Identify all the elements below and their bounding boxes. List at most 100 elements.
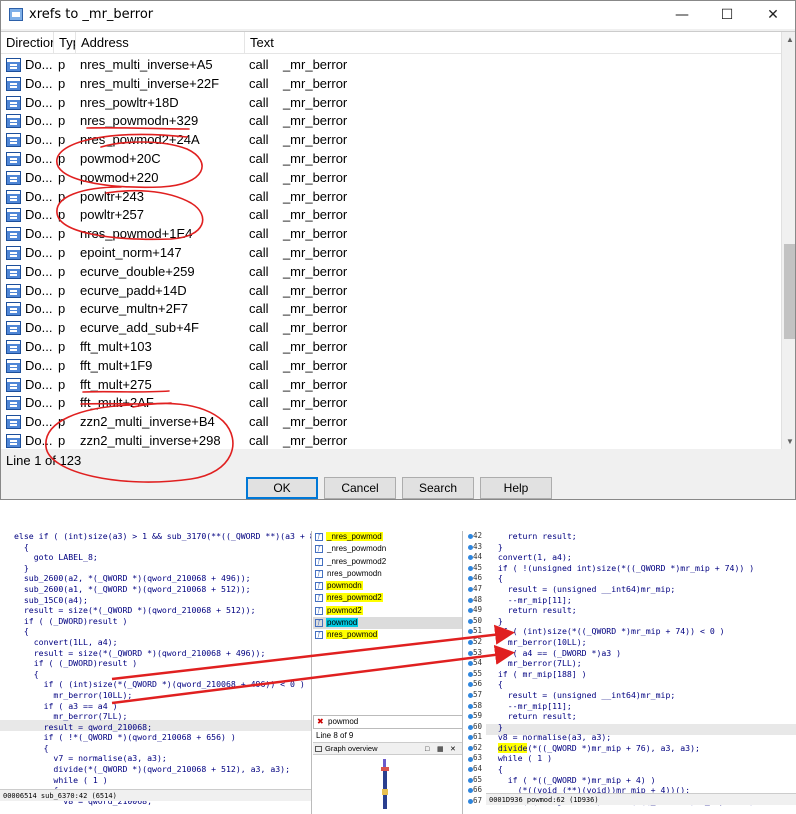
window-title: xrefs to _mr_berror: [29, 7, 154, 22]
cell-type: p: [58, 320, 66, 336]
code-line: sub_2600(a1, *(_QWORD *)(qword_210068 + …: [14, 583, 251, 594]
right-pseudocode-pane[interactable]: 42 43 44 45 46 47 48 49 50 51 52 53 54 55 56 57 58 59 60 61…: [464, 531, 796, 814]
function-icon: f: [315, 594, 323, 603]
search-button[interactable]: Search: [402, 477, 474, 499]
function-list-item[interactable]: f nres_powmodn: [313, 568, 462, 580]
ok-button[interactable]: OK: [246, 477, 318, 499]
code-line: if ( (int)size(*((_QWORD *)mr_mip + 74))…: [488, 626, 725, 637]
table-row[interactable]: Do... p nres_multi_inverse+22F call _mr_ber…: [1, 75, 781, 94]
scroll-thumb[interactable]: [784, 244, 795, 339]
code-line: sub_2600(a2, *(_QWORD *)(qword_210068 + …: [14, 573, 251, 584]
cell-type: p: [58, 226, 66, 242]
line-number: 56: [472, 679, 482, 689]
cell-type: p: [58, 132, 66, 148]
table-row[interactable]: Do... p powmod+20C call _mr_berror: [1, 150, 781, 169]
table-row[interactable]: Do... p ecurve_double+259 call _mr_berror: [1, 263, 781, 282]
table-row[interactable]: Do... p zzn2_multi_inverse+298 call _mr_ber…: [1, 432, 781, 449]
xref-code-icon: [6, 133, 21, 148]
function-icon: f: [315, 631, 323, 640]
column-header-text[interactable]: Text: [245, 32, 781, 54]
cell-direction: Do...: [25, 75, 53, 91]
xref-code-icon: [6, 433, 21, 448]
function-list-item[interactable]: f nres_powmod: [313, 629, 462, 641]
left-pseudocode-pane[interactable]: else if ( (int)size(a3) > 1 && sub_3170(…: [0, 531, 312, 814]
cell-address: zzn2_multi_inverse+B4: [80, 414, 215, 430]
table-row[interactable]: Do... p nres_powltr+18D call _mr_berror: [1, 94, 781, 113]
function-list-item[interactable]: f _nres_powmod2: [313, 556, 462, 568]
vertical-scrollbar[interactable]: ▲ ▼: [781, 32, 795, 449]
column-header-address[interactable]: Address: [76, 32, 245, 54]
cell-direction: Do...: [25, 226, 53, 242]
table-row[interactable]: Do... p fft_mult+1F9 call _mr_berror: [1, 357, 781, 376]
column-header-type[interactable]: Typ: [54, 32, 76, 54]
window-app-icon: [9, 8, 23, 21]
scroll-up-arrow-icon[interactable]: ▲: [782, 32, 795, 48]
line-number: 57: [472, 689, 482, 699]
code-line: result = (unsigned __int64)mr_mip;: [488, 689, 676, 700]
cell-text: call _mr_berror: [249, 113, 348, 129]
code-line: }: [488, 541, 503, 552]
line-number: 49: [472, 605, 482, 615]
cell-text: call _mr_berror: [249, 188, 348, 204]
table-row[interactable]: Do... p ecurve_padd+14D call _mr_berror: [1, 282, 781, 301]
table-row[interactable]: Do... p nres_powmod2+24A call _mr_berror: [1, 131, 781, 150]
line-number: 51: [472, 626, 482, 636]
table-row[interactable]: Do... p epoint_norm+147 call _mr_berror: [1, 244, 781, 263]
xrefs-list[interactable]: Directior Typ Address Text Do... p nres_mu…: [1, 31, 795, 449]
xref-code-icon: [6, 58, 21, 72]
xref-code-icon: [6, 245, 21, 260]
line-number: 64: [472, 764, 482, 774]
cell-direction: Do...: [25, 113, 53, 129]
cell-text: call _mr_berror: [249, 150, 348, 166]
table-row[interactable]: Do... p ecurve_add_sub+4F call _mr_berror: [1, 319, 781, 338]
code-line: {: [488, 679, 503, 690]
code-line: if ( !*(_QWORD *)(qword_210068 + 656) ): [14, 732, 236, 743]
table-row[interactable]: Do... p fft_mult+103 call _mr_berror: [1, 338, 781, 357]
scroll-down-arrow-icon[interactable]: ▼: [782, 434, 795, 449]
cell-direction: Do...: [25, 94, 53, 110]
cell-type: p: [58, 338, 66, 354]
code-line: v7 = normalise(a3, a3);: [14, 753, 167, 764]
cell-address: fft_mult+1F9: [80, 357, 153, 373]
function-list-item[interactable]: f _nres_powmod: [313, 531, 462, 543]
maximize-button[interactable]: ☐: [704, 1, 750, 29]
function-list-item[interactable]: f powmodn: [313, 580, 462, 592]
help-button[interactable]: Help: [480, 477, 552, 499]
table-row[interactable]: Do... p nres_powmod+1E4 call _mr_berror: [1, 225, 781, 244]
table-row[interactable]: Do... p nres_multi_inverse+A5 call _mr_berr…: [1, 56, 781, 75]
cancel-button[interactable]: Cancel: [324, 477, 396, 499]
table-row[interactable]: Do... p ecurve_multn+2F7 call _mr_berror: [1, 300, 781, 319]
minimize-button[interactable]: —: [659, 1, 705, 29]
function-icon: f: [315, 606, 323, 615]
table-row[interactable]: Do... p nres_powmodn+329 call _mr_berror: [1, 112, 781, 131]
code-line: mr_berror(10LL);: [14, 689, 133, 700]
function-filter-input[interactable]: ✖ powmod: [313, 715, 462, 729]
function-icon: f: [315, 582, 323, 591]
graph-overview-area[interactable]: [313, 755, 462, 814]
function-list-item[interactable]: f _nres_powmodn: [313, 543, 462, 555]
table-row[interactable]: Do... p fft_mult+275 call _mr_berror: [1, 376, 781, 395]
function-list-item[interactable]: f nres_powmod2: [313, 592, 462, 604]
cell-direction: Do...: [25, 169, 53, 185]
cell-text: call _mr_berror: [249, 301, 348, 317]
cell-text: call _mr_berror: [249, 282, 348, 298]
graph-overview-titlebar: Graph overview □ ▦ ✕: [313, 742, 462, 755]
table-row[interactable]: Do... p zzn2_multi_inverse+B4 call _mr_berr…: [1, 413, 781, 432]
function-list-item[interactable]: f powmod: [313, 617, 462, 630]
xref-code-icon: [6, 227, 21, 242]
table-row[interactable]: Do... p powmod+220 call _mr_berror: [1, 169, 781, 188]
clear-filter-icon[interactable]: ✖: [317, 716, 324, 728]
column-header-direction[interactable]: Directior: [1, 32, 54, 54]
cell-direction: Do...: [25, 282, 53, 298]
table-row[interactable]: Do... p fft_mult+2AF call _mr_berror: [1, 394, 781, 413]
cell-text: call _mr_berror: [249, 75, 348, 91]
close-button[interactable]: ✕: [750, 1, 795, 29]
line-number: 52: [472, 636, 482, 646]
table-row[interactable]: Do... p powltr+243 call _mr_berror: [1, 188, 781, 207]
function-list-item[interactable]: f powmod2: [313, 605, 462, 617]
function-list[interactable]: f _nres_powmod f _nres_powmodn f _nres_powmod…: [313, 531, 462, 642]
right-pane-status: 0001D936 powmod:62 (1D936): [486, 793, 796, 805]
table-row[interactable]: Do... p powltr+257 call _mr_berror: [1, 206, 781, 225]
list-header: Directior Typ Address Text: [1, 32, 781, 54]
code-line: convert(1, a4);: [488, 552, 572, 563]
